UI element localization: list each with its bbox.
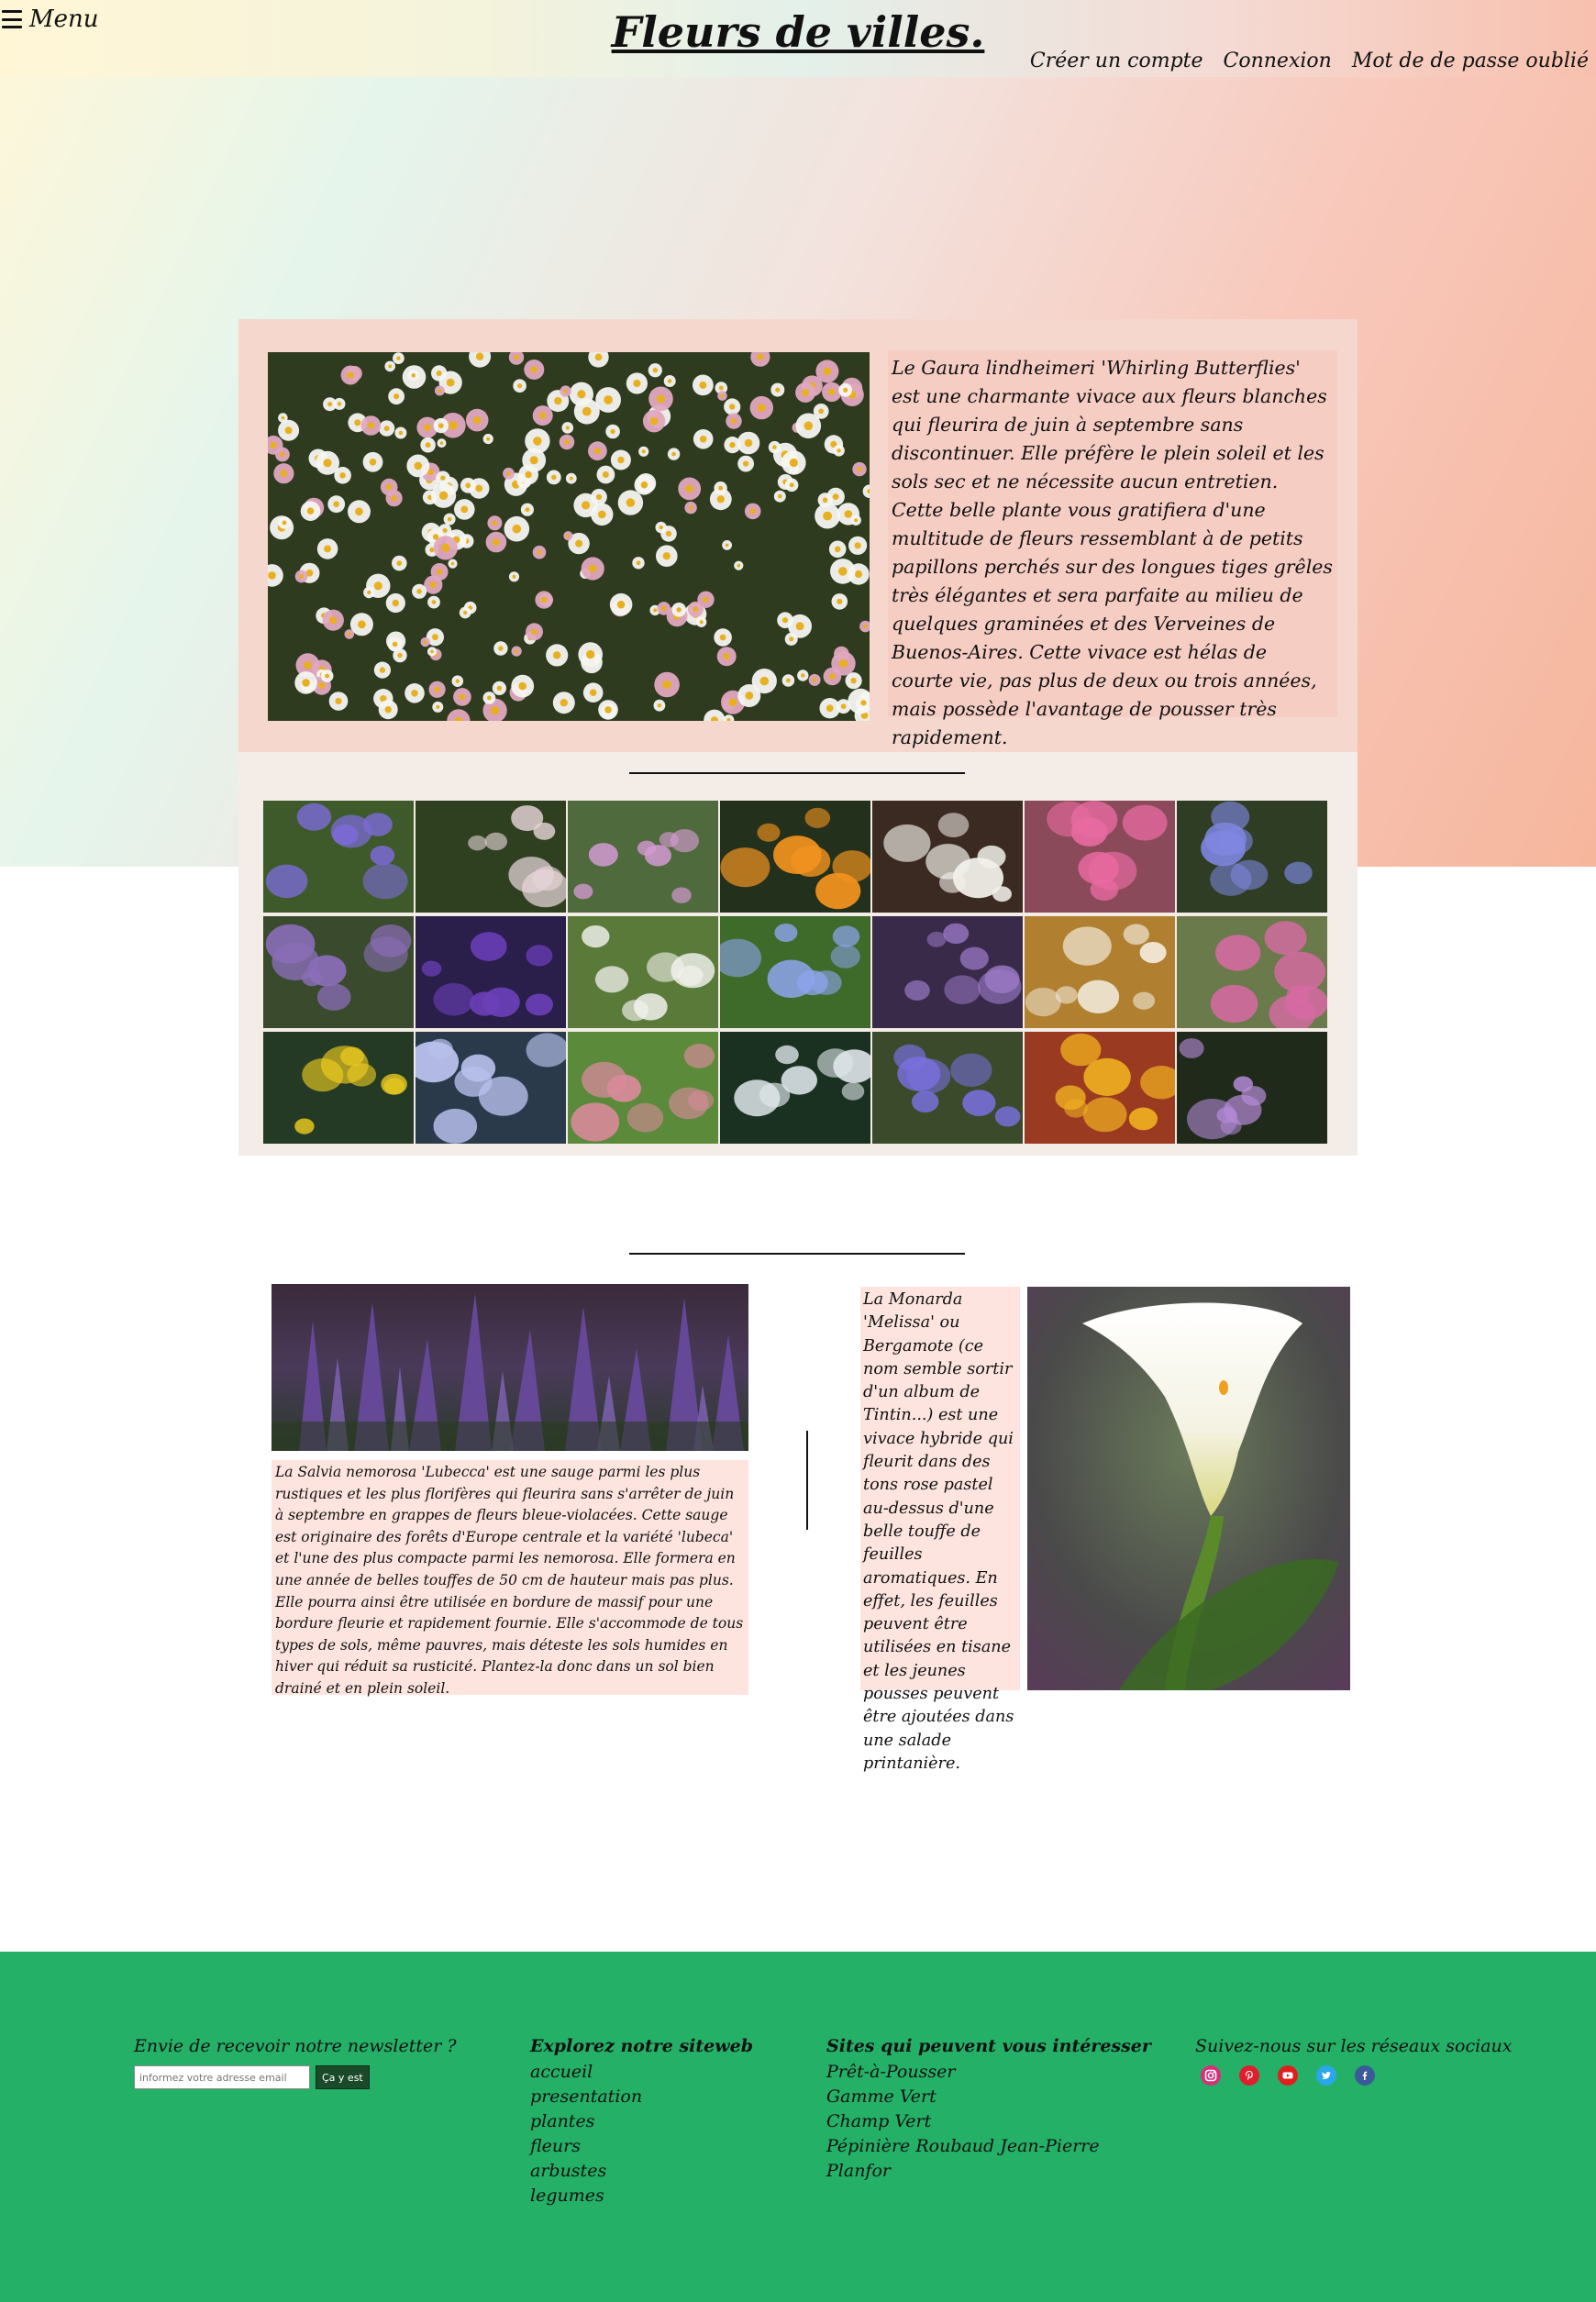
featured-card: Le Gaura lindheimeri 'Whirling Butterfli… <box>238 319 1358 752</box>
featured-image <box>268 352 870 721</box>
gallery-thumb-cyclamen-blanc[interactable] <box>872 801 1023 913</box>
salvia-image <box>272 1284 748 1451</box>
sites-column: Sites qui peuvent vous intéresser Prêt-à… <box>826 2036 1151 2184</box>
footer-link-arbustes[interactable]: arbustes <box>530 2159 753 2184</box>
flower-gallery <box>263 801 1331 1144</box>
partner-link-gamme-vert[interactable]: Gamme Vert <box>826 2085 1151 2109</box>
gallery-thumb-aconit[interactable] <box>416 1032 566 1144</box>
monarda-text: La Monarda 'Melissa' ou Bergamote (ce no… <box>860 1287 1020 1773</box>
featured-text: Le Gaura lindheimeri 'Whirling Butterfli… <box>888 350 1337 748</box>
explore-column: Explorez notre siteweb accueil presentat… <box>530 2036 753 2208</box>
gallery-thumb-aster-rose[interactable] <box>1025 801 1175 913</box>
gallery-thumb-hortensia[interactable] <box>872 916 1023 1028</box>
gallery-thumb-lupins[interactable] <box>263 801 414 913</box>
gallery-thumb-renouee[interactable] <box>568 1032 718 1144</box>
gallery-thumb-agapanthe-bleue[interactable] <box>720 916 870 1028</box>
instagram-icon[interactable] <box>1201 2065 1221 2086</box>
footer-link-presentation[interactable]: presentation <box>530 2085 753 2109</box>
sites-heading: Sites qui peuvent vous intéresser <box>826 2036 1151 2056</box>
gallery-thumb-astrance[interactable] <box>416 801 566 913</box>
partner-link-pepiniere-roubaud[interactable]: Pépinière Roubaud Jean-Pierre <box>826 2134 1151 2159</box>
site-footer: Envie de recevoir notre newsletter ? Ça … <box>0 1952 1596 2302</box>
gallery-thumb-lys-orange[interactable] <box>720 801 870 913</box>
newsletter-email-input[interactable] <box>134 2065 310 2089</box>
vertical-divider <box>806 1431 808 1530</box>
site-header: Menu Fleurs de villes. Créer un compte C… <box>0 0 1596 77</box>
footer-link-plantes[interactable]: plantes <box>530 2109 753 2134</box>
newsletter-form: Ça y est <box>134 2065 457 2089</box>
newsletter-submit-button[interactable]: Ça y est <box>316 2065 370 2089</box>
gallery-thumb-freesia[interactable] <box>1025 1032 1175 1144</box>
footer-link-fleurs[interactable]: fleurs <box>530 2134 753 2159</box>
section-divider <box>629 772 965 774</box>
calla-image <box>1027 1287 1350 1690</box>
social-heading: Suivez-nous sur les réseaux sociaux <box>1195 2036 1513 2056</box>
login-link[interactable]: Connexion <box>1224 50 1332 72</box>
partner-link-champ-vert[interactable]: Champ Vert <box>826 2109 1151 2134</box>
gallery-thumb-clematite[interactable] <box>416 916 566 1028</box>
forgot-password-link[interactable]: Mot de de passe oublié <box>1352 50 1589 72</box>
footer-link-legumes[interactable]: legumes <box>530 2184 753 2208</box>
account-links: Créer un compte Connexion Mot de de pass… <box>1030 50 1589 72</box>
gallery-thumb-dahlia-blanc[interactable] <box>568 916 718 1028</box>
gallery-thumb-orchidee[interactable] <box>568 801 718 913</box>
gallery-thumb-mauve[interactable] <box>1025 916 1175 1028</box>
gallery-thumb-chelidoine[interactable] <box>263 1032 414 1144</box>
gallery-thumb-buglosse[interactable] <box>263 916 414 1028</box>
newsletter-heading: Envie de recevoir notre newsletter ? <box>134 2036 457 2056</box>
pinterest-icon[interactable] <box>1239 2065 1259 2086</box>
explore-heading: Explorez notre siteweb <box>530 2036 753 2056</box>
footer-link-accueil[interactable]: accueil <box>530 2060 753 2085</box>
twitter-icon[interactable] <box>1316 2065 1336 2086</box>
partner-link-pret-a-pousser[interactable]: Prêt-à-Pousser <box>826 2060 1151 2085</box>
social-icons <box>1201 2065 1513 2086</box>
youtube-icon[interactable] <box>1278 2065 1298 2086</box>
gallery-thumb-agapanthe[interactable] <box>1177 801 1327 913</box>
partner-link-planfor[interactable]: Planfor <box>826 2159 1151 2184</box>
gallery-thumb-campanule[interactable] <box>872 1032 1023 1144</box>
social-column: Suivez-nous sur les réseaux sociaux <box>1195 2036 1513 2086</box>
create-account-link[interactable]: Créer un compte <box>1030 50 1203 72</box>
newsletter-column: Envie de recevoir notre newsletter ? Ça … <box>134 2036 457 2089</box>
gallery-thumb-achillee[interactable] <box>720 1032 870 1144</box>
facebook-icon[interactable] <box>1355 2065 1375 2086</box>
salvia-text: La Salvia nemorosa 'Lubecca' est une sau… <box>272 1460 748 1697</box>
gallery-thumb-hosta[interactable] <box>1177 1032 1327 1144</box>
gallery-thumb-pensee-sauvage[interactable] <box>1177 916 1327 1028</box>
section-divider <box>629 1253 965 1255</box>
